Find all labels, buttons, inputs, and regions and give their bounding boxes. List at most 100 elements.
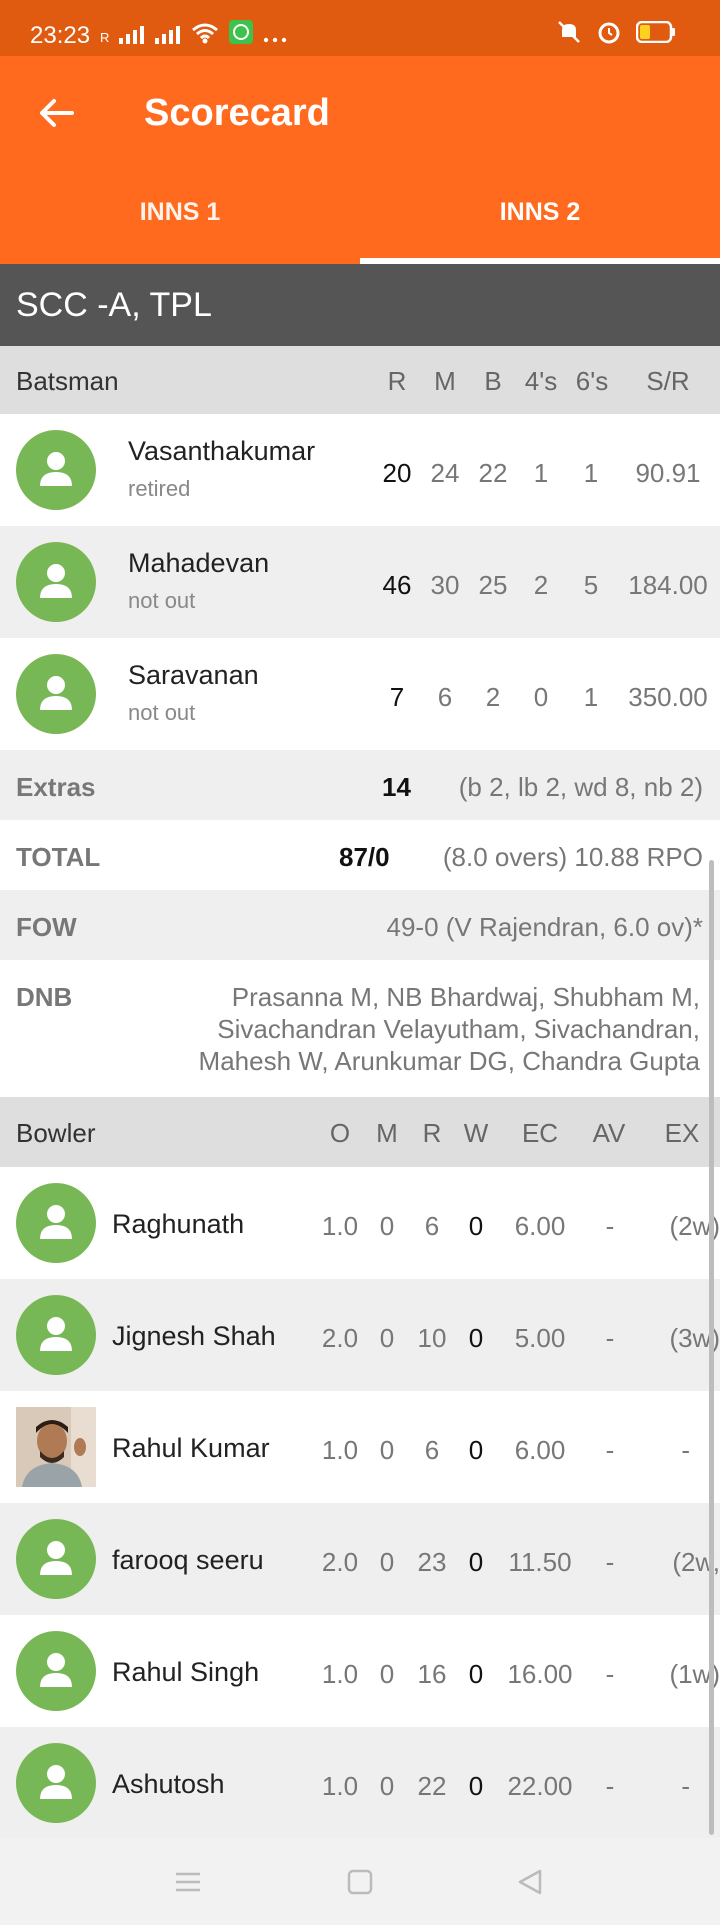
col-overs: O bbox=[329, 1118, 351, 1148]
bowler-row[interactable]: Raghunath 1.0 0 6 0 6.00 - (2w) bbox=[0, 1167, 720, 1279]
extras-label: Extras bbox=[16, 772, 96, 802]
menu-icon[interactable] bbox=[174, 1870, 202, 1894]
user-placeholder-icon bbox=[40, 676, 72, 710]
status-time: 23:23 bbox=[30, 22, 91, 49]
scrollbar[interactable] bbox=[709, 860, 714, 1835]
dismissal-status: retired bbox=[128, 476, 191, 501]
runs: 6 bbox=[424, 1435, 440, 1465]
economy: 5.00 bbox=[514, 1323, 566, 1353]
overs: 1.0 bbox=[321, 1771, 359, 1801]
fow-label: FOW bbox=[16, 912, 77, 942]
sixes: 1 bbox=[583, 458, 599, 488]
total-row: TOTAL 87/0 (8.0 overs) 10.88 RPO bbox=[0, 820, 720, 890]
runs: 23 bbox=[417, 1547, 447, 1577]
back-nav-icon[interactable] bbox=[516, 1868, 544, 1896]
balls: 25 bbox=[478, 570, 508, 600]
average: - bbox=[605, 1435, 615, 1465]
bowler-row[interactable]: Rahul Kumar 1.0 0 6 0 6.00 - - bbox=[0, 1391, 720, 1503]
wickets: 0 bbox=[468, 1435, 484, 1465]
average: - bbox=[605, 1323, 615, 1353]
strike-rate: 90.91 bbox=[635, 458, 701, 488]
extras-detail: (b 2, lb 2, wd 8, nb 2) bbox=[458, 772, 703, 802]
team-name-bar: SCC -A, TPL bbox=[0, 264, 720, 346]
user-placeholder-icon bbox=[40, 1765, 72, 1799]
batsman-row[interactable]: Vasanthakumar retired 20 24 22 1 1 90.91 bbox=[0, 414, 720, 526]
bowler-name: farooq seeru bbox=[112, 1545, 264, 1575]
total-detail: (8.0 overs) 10.88 RPO bbox=[442, 842, 703, 872]
bowler-name: Ashutosh bbox=[112, 1769, 225, 1799]
wickets: 0 bbox=[468, 1323, 484, 1353]
average: - bbox=[605, 1211, 615, 1241]
bowler-row[interactable]: Rahul Singh 1.0 0 16 0 16.00 - (1w) bbox=[0, 1615, 720, 1727]
home-icon[interactable] bbox=[347, 1869, 373, 1895]
maidens: 0 bbox=[379, 1659, 395, 1689]
bowler-row[interactable]: Jignesh Shah 2.0 0 10 0 5.00 - (3w) bbox=[0, 1279, 720, 1391]
app-bar: Scorecard INNS 1 INNS 2 bbox=[0, 56, 720, 264]
col-runs: R bbox=[387, 366, 407, 396]
balls: 22 bbox=[478, 458, 508, 488]
runs: 6 bbox=[424, 1211, 440, 1241]
bowler-name: Rahul Singh bbox=[112, 1657, 260, 1687]
fow-detail: 49-0 (V Rajendran, 6.0 ov)* bbox=[386, 912, 703, 942]
runs: 46 bbox=[382, 570, 412, 600]
dnb-line: Prasanna M, NB Bhardwaj, Shubham M, bbox=[231, 982, 700, 1012]
avatar bbox=[16, 1295, 96, 1375]
avatar bbox=[16, 430, 96, 510]
sixes: 5 bbox=[583, 570, 599, 600]
minutes: 6 bbox=[437, 682, 453, 712]
bowling-header: Bowler O M R W EC AV EX bbox=[0, 1097, 720, 1167]
dnb-row: DNB Prasanna M, NB Bhardwaj, Shubham M, … bbox=[0, 960, 720, 1097]
user-placeholder-icon bbox=[40, 1653, 72, 1687]
batsman-row[interactable]: Saravanan not out 7 6 2 0 1 350.00 bbox=[0, 638, 720, 750]
col-average: AV bbox=[592, 1118, 626, 1148]
overs: 1.0 bbox=[321, 1211, 359, 1241]
user-placeholder-icon bbox=[40, 1205, 72, 1239]
average: - bbox=[605, 1771, 615, 1801]
maidens: 0 bbox=[379, 1323, 395, 1353]
col-bowler: Bowler bbox=[16, 1118, 96, 1148]
maidens: 0 bbox=[379, 1547, 395, 1577]
status-right-icons bbox=[556, 19, 676, 45]
tab-inns-1[interactable]: INNS 1 bbox=[0, 200, 360, 264]
tab-inns-2[interactable]: INNS 2 bbox=[360, 200, 720, 264]
batsman-name: Saravanan bbox=[128, 660, 259, 690]
dnb-line: Sivachandran Velayutham, Sivachandran, bbox=[217, 1014, 700, 1044]
arrow-left-icon[interactable] bbox=[36, 92, 78, 134]
runs: 16 bbox=[417, 1659, 447, 1689]
wickets: 0 bbox=[468, 1547, 484, 1577]
whatsapp-icon bbox=[229, 20, 254, 44]
col-fours: 4's bbox=[524, 366, 558, 396]
batsman-name: Mahadevan bbox=[128, 548, 270, 578]
avatar bbox=[16, 542, 96, 622]
col-maidens: M bbox=[376, 1118, 398, 1148]
extras-row: Extras 14 (b 2, lb 2, wd 8, nb 2) bbox=[0, 750, 720, 820]
wickets: 0 bbox=[468, 1659, 484, 1689]
batsman-name: Vasanthakumar bbox=[128, 436, 316, 466]
bowler-name: Rahul Kumar bbox=[112, 1433, 270, 1463]
col-sixes: 6's bbox=[575, 366, 609, 396]
minutes: 24 bbox=[430, 458, 460, 488]
signal-icon-2 bbox=[155, 26, 181, 44]
overs: 1.0 bbox=[321, 1659, 359, 1689]
economy: 6.00 bbox=[514, 1435, 566, 1465]
col-batsman: Batsman bbox=[16, 366, 119, 396]
overs: 2.0 bbox=[321, 1547, 359, 1577]
maidens: 0 bbox=[379, 1435, 395, 1465]
user-placeholder-icon bbox=[40, 1317, 72, 1351]
avatar bbox=[16, 1631, 96, 1711]
player-photo bbox=[16, 1407, 96, 1487]
fow-row: FOW 49-0 (V Rajendran, 6.0 ov)* bbox=[0, 890, 720, 960]
bowler-row[interactable]: Ashutosh 1.0 0 22 0 22.00 - - bbox=[0, 1727, 720, 1838]
economy: 16.00 bbox=[507, 1659, 573, 1689]
economy: 6.00 bbox=[514, 1211, 566, 1241]
total-value: 87/0 bbox=[339, 842, 390, 872]
batsman-row[interactable]: Mahadevan not out 46 30 25 2 5 184.00 bbox=[0, 526, 720, 638]
page-title: Scorecard bbox=[144, 92, 330, 134]
dnb-line: Mahesh W, Arunkumar DG, Chandra Gupta bbox=[198, 1046, 700, 1076]
overs: 1.0 bbox=[321, 1435, 359, 1465]
bowler-row[interactable]: farooq seeru 2.0 0 23 0 11.50 - (2w, bbox=[0, 1503, 720, 1615]
batting-header: Batsman R M B 4's 6's S/R bbox=[0, 346, 720, 414]
user-placeholder-icon bbox=[40, 452, 72, 486]
average: - bbox=[605, 1659, 615, 1689]
dnb-label: DNB bbox=[16, 982, 73, 1012]
